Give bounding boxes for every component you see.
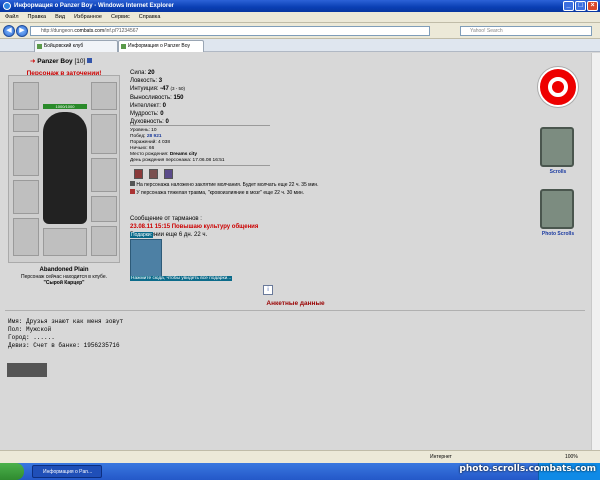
start-button[interactable] — [0, 463, 24, 480]
amulet-slot[interactable] — [13, 114, 39, 132]
badges-row — [134, 169, 173, 179]
scrolls-link[interactable]: Scrolls — [536, 169, 580, 175]
weapon-slot[interactable] — [13, 136, 39, 176]
divider — [130, 125, 270, 126]
scrolls-shield-icon[interactable] — [540, 127, 574, 167]
align-badge-icon[interactable] — [164, 169, 173, 179]
counter-badge[interactable] — [7, 363, 47, 377]
menu-bar: Файл Правка Вид Избранное Сервис Справка — [0, 12, 600, 23]
gifts-link[interactable]: Нажмите сюда, чтобы увидеть все подарки.… — [130, 276, 233, 281]
belt-slot[interactable] — [13, 218, 39, 256]
tab-combats-club[interactable]: Бойцовский клуб — [34, 40, 118, 52]
character-name[interactable]: Panzer Boy — [37, 58, 72, 65]
photo-scrolls-link[interactable]: Photo Scrolls — [536, 231, 580, 237]
close-button[interactable]: × — [587, 1, 598, 11]
gloves-slot[interactable] — [91, 114, 117, 154]
ie-logo-icon — [3, 2, 11, 10]
menu-help[interactable]: Справка — [139, 12, 161, 22]
trauma-icon — [130, 189, 135, 194]
stat-endurance: Выносливость: 150 — [130, 94, 184, 101]
armor-slot[interactable] — [13, 180, 39, 214]
hp-bar: 1000/1000 — [43, 104, 87, 109]
stat-intuition: Интуиция: -47 (3 - 50) — [130, 86, 186, 93]
back-button[interactable]: ◀ — [3, 25, 15, 37]
taskbar-ie-window[interactable]: Информация о Pan... — [32, 465, 102, 478]
info-birthday: День рождения персонажа: 17.06.08 16:51 — [130, 158, 225, 164]
forward-button[interactable]: ▶ — [16, 25, 28, 37]
stats-panel: Сила: 20 Ловкость: 3 Интуиция: -47 (3 - … — [130, 69, 185, 126]
effect-silence: На персонажа наложено заклятие молчания.… — [130, 181, 319, 189]
tab-bar: Бойцовский клуб Информация о Panzer Boy — [0, 39, 600, 52]
character-level: [10] — [74, 58, 86, 65]
ring-slot[interactable] — [91, 196, 117, 222]
menu-edit[interactable]: Правка — [28, 12, 47, 22]
location-block: Abandoned Plain Персонаж сейчас находитс… — [8, 267, 120, 287]
profile-title: Анкетные данные — [266, 300, 325, 307]
profile-data: Имя: Друзья знают как меня зовут Пол: Му… — [8, 318, 123, 350]
search-input[interactable]: Yahoo! Search — [460, 26, 592, 36]
profile-icon[interactable]: i — [263, 285, 273, 295]
menu-file[interactable]: Файл — [5, 12, 19, 22]
earrings-slot[interactable] — [91, 82, 117, 110]
arrow-icon: ➜ — [30, 58, 36, 65]
divider — [130, 165, 270, 166]
effects-list: На персонажа наложено заклятие молчания.… — [130, 181, 319, 197]
stat-strength: Сила: 20 — [130, 70, 155, 76]
page-content: ➜ Panzer Boy [10] Персонаж в заточении! … — [0, 53, 600, 450]
vertical-scrollbar[interactable] — [591, 53, 600, 450]
stat-intellect: Интеллект: 0 — [130, 102, 166, 109]
info-icon[interactable] — [87, 58, 93, 63]
pants-slot[interactable] — [43, 228, 87, 256]
menu-view[interactable]: Вид — [55, 12, 65, 22]
boots-slot[interactable] — [91, 226, 117, 256]
favicon-icon — [37, 44, 42, 49]
room-name: "Сырой Карцер" — [43, 280, 85, 286]
menu-tools[interactable]: Сервис — [111, 12, 130, 22]
message-header: Сообщение от тарманов : — [130, 216, 202, 222]
profile-motto: Девиз: Счет в банке: 1956235716 — [8, 342, 120, 349]
watermark: photo.scrolls.combats.com — [459, 464, 596, 474]
status-bar: Интернет 100% — [0, 450, 600, 463]
stat-agility: Ловкость: 3 — [130, 78, 163, 85]
silence-icon — [130, 181, 135, 186]
minimize-button[interactable]: _ — [563, 1, 574, 11]
combats-logo[interactable] — [538, 67, 578, 107]
photo-scrolls-shield-icon[interactable] — [540, 189, 574, 229]
character-header: ➜ Panzer Boy [10] — [30, 57, 93, 65]
stat-wisdom: Мудрость: 0 — [130, 111, 164, 118]
effect-trauma: У персонажа тяжелая травма, "кровоизлиян… — [130, 189, 319, 197]
shield-slot[interactable] — [91, 158, 117, 192]
character-doll: 1000/1000 — [8, 75, 120, 263]
address-toolbar: ◀ ▶ http://dungeon.combats.com/inf.pl?12… — [0, 23, 600, 39]
profile-city: Город: ...... — [8, 334, 55, 341]
address-input[interactable]: http://dungeon.combats.com/inf.pl?123456… — [30, 26, 430, 36]
info-panel: Уровень: 10 Побед: 28 921 Поражений: 4 0… — [130, 128, 225, 165]
menu-favorites[interactable]: Избранное — [74, 12, 102, 22]
favicon-icon — [121, 44, 126, 49]
clan-badge-icon[interactable] — [134, 169, 143, 179]
maximize-button[interactable]: □ — [575, 1, 586, 11]
gift-image[interactable] — [130, 239, 162, 277]
character-avatar — [43, 112, 87, 224]
window-title-bar: Информация о Panzer Boy - Windows Intern… — [0, 0, 600, 12]
gifts-block: Подарки: Нажмите сюда, чтобы увидеть все… — [130, 232, 255, 284]
profile-name: Имя: Друзья знают как меня зовут — [8, 318, 124, 325]
gifts-caption: Подарки: — [130, 232, 154, 238]
divider — [5, 310, 585, 311]
message-text: 23.08.11 15:15 Повышаю культуру общения — [130, 224, 259, 231]
helmet-slot[interactable] — [13, 82, 39, 110]
order-badge-icon[interactable] — [149, 169, 158, 179]
window-title: Информация о Panzer Boy - Windows Intern… — [14, 3, 174, 9]
tab-character-info[interactable]: Информация о Panzer Boy — [118, 40, 204, 52]
profile-gender: Пол: Мужской — [8, 326, 52, 333]
